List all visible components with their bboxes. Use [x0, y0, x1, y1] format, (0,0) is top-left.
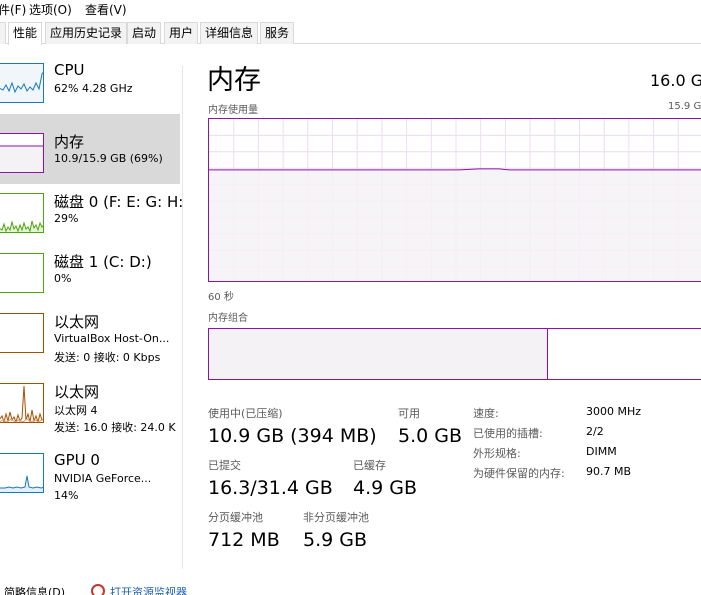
sidebar-item-detail: 0% — [54, 272, 72, 285]
tab-details[interactable]: 详细信息 — [200, 22, 259, 44]
memory-composition-bar — [208, 328, 701, 380]
ethernet4-thumbnail-graph — [0, 383, 44, 423]
sidebar-item-title: 磁盘 1 (C: D:) — [54, 253, 152, 271]
committed-value: 16.3/31.4 GB — [208, 477, 333, 499]
in-use-value: 10.9 GB (394 MB) — [208, 425, 377, 447]
menu-file[interactable]: 件(F) — [0, 1, 26, 18]
available-value: 5.0 GB — [398, 425, 463, 447]
gpu-thumbnail-graph — [0, 453, 44, 493]
sidebar-item-detail: 62% 4.28 GHz — [54, 82, 133, 95]
memory-usage-chart — [208, 118, 701, 282]
resource-monitor-icon — [91, 584, 105, 595]
tab-app-history[interactable]: 应用历史记录 — [45, 22, 128, 44]
sidebar-item-utilization: 14% — [54, 489, 79, 502]
sidebar-item-throughput: 发送: 16.0 接收: 24.0 K — [54, 421, 176, 434]
ethernet-thumbnail-graph — [0, 313, 44, 353]
usage-area — [209, 169, 701, 281]
usage-chart-label: 内存使用量 — [208, 105, 258, 116]
resource-sidebar: CPU 62% 4.28 GHz 内存 10.9/15.9 GB (69%) 磁… — [0, 44, 182, 569]
slots-value: 2/2 — [586, 425, 604, 438]
in-use-label: 使用中(已压缩) — [208, 407, 283, 420]
usage-chart-max: 15.9 GB — [668, 101, 701, 112]
disk0-thumbnail-graph — [0, 193, 44, 233]
time-axis-label: 60 秒 — [208, 292, 234, 303]
form-factor-value: DIMM — [586, 445, 617, 458]
cpu-thumbnail-graph — [0, 63, 44, 103]
menu-bar: 件(F) 选项(O) 查看(V) — [0, 0, 701, 20]
paged-pool-value: 712 MB — [208, 529, 280, 551]
tab-startup[interactable]: 启动 — [127, 22, 162, 44]
speed-label: 速度: — [473, 407, 499, 420]
total-memory: 16.0 GB — [650, 71, 701, 90]
sidebar-item-title: 以太网 — [54, 313, 100, 331]
disk1-thumbnail-graph — [0, 253, 44, 293]
sidebar-item-title: GPU 0 — [54, 451, 100, 469]
sidebar-item-title: 磁盘 0 (F: E: G: H: — [54, 193, 182, 211]
sidebar-item-detail: 以太网 4 — [54, 404, 98, 417]
tab-performance[interactable]: 性能 — [8, 22, 43, 45]
sidebar-item-detail: 10.9/15.9 GB (69%) — [54, 152, 163, 165]
footer-bar: 简略信息(D) 打开资源监视器 — [0, 580, 701, 595]
sidebar-item-gpu-0[interactable]: GPU 0 NVIDIA GeForce... 14% — [0, 434, 180, 504]
menu-options[interactable]: 选项(O) — [29, 1, 72, 18]
committed-label: 已提交 — [208, 459, 241, 472]
sidebar-item-throughput: 发送: 0 接收: 0 Kbps — [54, 351, 161, 364]
memory-thumbnail-graph — [0, 133, 44, 173]
memory-usage-graph — [209, 119, 701, 281]
tab-services[interactable]: 服务 — [260, 22, 295, 44]
nonpaged-pool-value: 5.9 GB — [303, 529, 368, 551]
open-resource-monitor-link[interactable]: 打开资源监视器 — [110, 584, 187, 595]
nonpaged-pool-label: 非分页缓冲池 — [303, 511, 369, 524]
pane-divider — [182, 66, 183, 569]
fewer-details-link[interactable]: 简略信息(D) — [4, 584, 65, 595]
sidebar-item-title: 以太网 — [54, 383, 100, 401]
composition-label: 内存组合 — [208, 313, 248, 324]
sidebar-item-ethernet-4[interactable]: 以太网 以太网 4 发送: 16.0 接收: 24.0 K — [0, 364, 180, 434]
composition-in-use-segment — [209, 329, 549, 379]
paged-pool-label: 分页缓冲池 — [208, 511, 263, 524]
hardware-reserved-value: 90.7 MB — [586, 465, 632, 478]
menu-view[interactable]: 查看(V) — [85, 1, 127, 18]
tab-users[interactable]: 用户 — [164, 22, 199, 44]
slots-label: 已使用的插槽: — [473, 427, 543, 440]
hardware-reserved-label: 为硬件保留的内存: — [473, 467, 565, 480]
tab-processes-partial[interactable] — [0, 22, 6, 44]
sidebar-item-title: CPU — [54, 61, 85, 79]
sidebar-item-detail: NVIDIA GeForce... — [54, 472, 152, 485]
speed-value: 3000 MHz — [586, 405, 642, 418]
sidebar-item-ethernet-virtualbox[interactable]: 以太网 VirtualBox Host-On... 发送: 0 接收: 0 Kb… — [0, 294, 180, 364]
cached-label: 已缓存 — [353, 459, 386, 472]
sidebar-item-detail: 29% — [54, 212, 79, 225]
sidebar-item-detail: VirtualBox Host-On... — [54, 332, 170, 345]
tab-strip: 性能 应用历史记录 启动 用户 详细信息 服务 — [0, 20, 701, 45]
form-factor-label: 外形规格: — [473, 447, 521, 460]
page-title: 内存 — [207, 65, 261, 96]
available-label: 可用 — [398, 407, 420, 420]
sidebar-item-cpu[interactable]: CPU 62% 4.28 GHz — [0, 44, 180, 114]
sidebar-item-title: 内存 — [54, 133, 85, 151]
cached-value: 4.9 GB — [353, 477, 418, 499]
